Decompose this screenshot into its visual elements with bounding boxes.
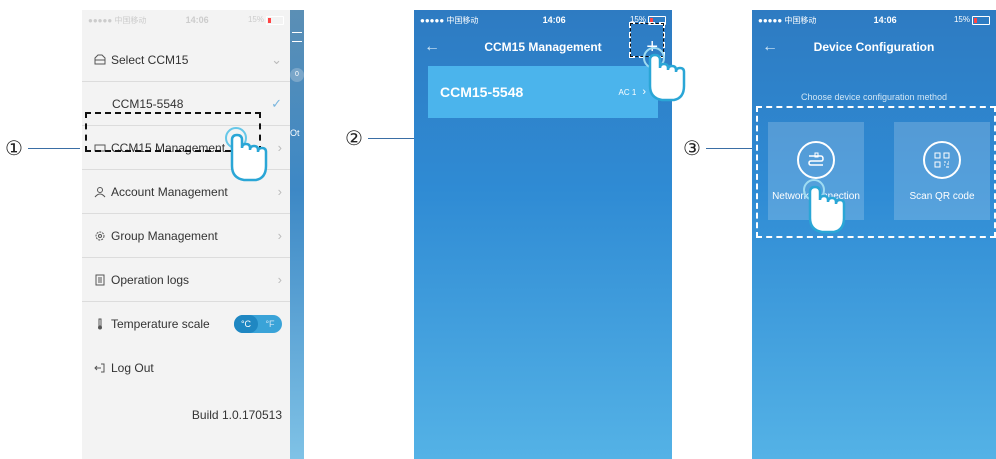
doc-icon <box>94 274 106 286</box>
tap-hand-icon <box>640 46 688 109</box>
mode-indicator: 0 <box>290 68 304 82</box>
back-arrow-icon[interactable]: ← <box>424 38 440 56</box>
person-icon <box>94 186 106 198</box>
step-1-label: ① <box>5 136 23 160</box>
status-bar: ●●●●● 中国移动 14:06 15% <box>82 10 290 30</box>
chevron-right-icon: › <box>277 228 282 243</box>
ccm15-management-screen: ●●●●● 中国移动 14:06 15% ← CCM15 Management … <box>414 10 672 459</box>
gear-icon <box>94 230 106 242</box>
build-version: Build 1.0.170513 <box>191 408 282 422</box>
highlight-box-step-3 <box>756 106 996 238</box>
tap-hand-icon <box>222 126 270 189</box>
device-item[interactable]: CCM15-5548 AC 1 › <box>428 66 658 118</box>
chevron-right-icon: › <box>277 140 282 155</box>
back-arrow-icon[interactable]: ← <box>762 38 778 56</box>
temperature-scale-toggle[interactable]: °C °F <box>234 315 282 333</box>
menu-temperature-scale: Temperature scale °C °F <box>82 302 290 346</box>
step-3-pointer <box>706 148 752 149</box>
menu-select-ccm15[interactable]: Select CCM15 ⌄ <box>82 38 290 82</box>
page-title: Device Configuration <box>813 40 935 54</box>
step-2-pointer <box>368 138 414 139</box>
config-subtitle: Choose device configuration method <box>800 92 948 102</box>
nav-bar: ← Device Configuration <box>752 30 996 64</box>
peek-label: Ot <box>290 128 300 138</box>
menu-group-management[interactable]: Group Management › <box>82 214 290 258</box>
tap-hand-icon <box>800 178 848 241</box>
logout-icon <box>94 362 106 374</box>
chevron-down-icon: ⌄ <box>271 51 282 67</box>
chevron-right-icon: › <box>277 272 282 287</box>
thermometer-icon <box>94 318 106 330</box>
page-title: CCM15 Management <box>484 40 602 54</box>
check-icon: ✓ <box>271 95 282 111</box>
main-screen-peek: 0 Ot <box>290 10 304 459</box>
step-1-pointer <box>28 148 80 149</box>
step-3-label: ③ <box>683 136 701 160</box>
menu-log-out[interactable]: Log Out <box>82 346 290 390</box>
step-2-label: ② <box>345 126 363 150</box>
folder-icon <box>94 54 106 66</box>
status-bar: ●●●●● 中国移动 14:06 15% <box>752 10 996 30</box>
side-menu-screen: ●●●●● 中国移动 14:06 15% Select CCM15 ⌄ CCM1… <box>82 10 290 459</box>
menu-operation-logs[interactable]: Operation logs › <box>82 258 290 302</box>
chevron-right-icon: › <box>277 184 282 199</box>
menu-icon <box>292 32 302 42</box>
